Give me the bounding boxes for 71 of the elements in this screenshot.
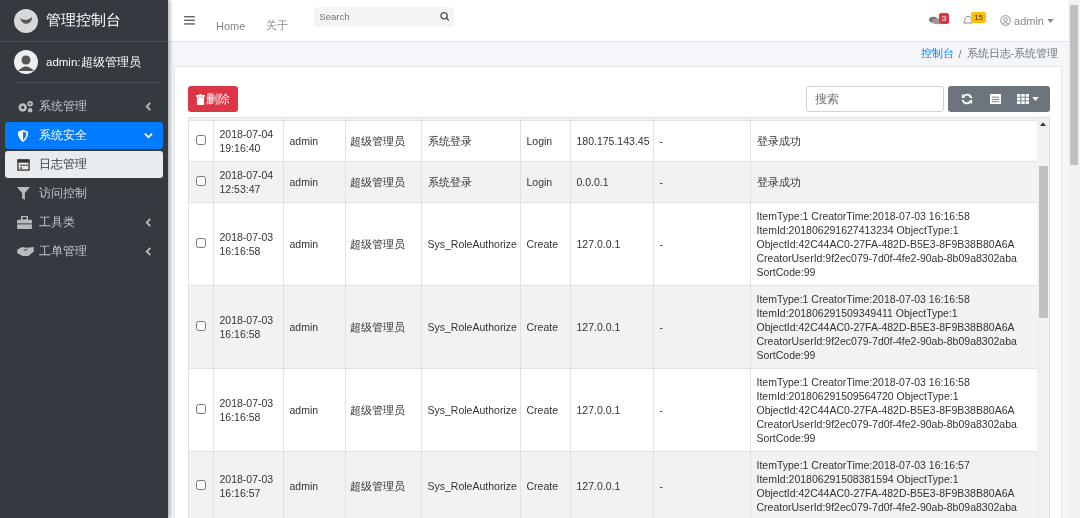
delete-button[interactable]: 删除 — [188, 86, 238, 112]
app-title: 管理控制台 — [46, 11, 121, 30]
row-checkbox[interactable] — [195, 135, 206, 145]
count-badge: 15 — [971, 12, 987, 23]
user-cell: admin — [283, 451, 345, 518]
table-cell: - — [653, 285, 750, 369]
table-cell: - — [653, 451, 750, 518]
ip-cell: 0.0.0.1 — [570, 161, 653, 203]
refresh-icon — [960, 93, 973, 105]
search-input[interactable]: Search — [319, 11, 436, 22]
page-scrollbar[interactable] — [1068, 0, 1080, 518]
toolbox-icon — [17, 216, 32, 229]
row-checkbox[interactable] — [195, 404, 206, 414]
operation-cell: Create — [520, 285, 570, 369]
nav-link[interactable]: 关于 — [266, 8, 289, 33]
sidebar-item[interactable]: 日志管理 — [5, 151, 163, 178]
time-cell: 2018-07-04 12:53:47 — [213, 161, 283, 203]
sidebar-item[interactable]: 工具类 — [5, 209, 163, 236]
gears-icon — [17, 100, 34, 113]
calendar-icon — [17, 158, 30, 171]
nav-link[interactable]: Home — [216, 9, 246, 32]
search-field[interactable]: Search — [314, 6, 455, 27]
caret-icon — [1047, 18, 1054, 23]
breadcrumb-current: 系统日志-系统管理 — [966, 46, 1058, 61]
role-cell: 超级管理员 — [345, 451, 421, 518]
operation-cell: Login — [520, 161, 570, 203]
menu-icon[interactable] — [184, 16, 195, 25]
scrollbar[interactable] — [1037, 118, 1049, 518]
ip-cell: 127.0.0.1 — [570, 451, 653, 518]
operation-cell: Create — [520, 451, 570, 518]
module-cell: Sys_RoleAuthorize — [421, 285, 520, 369]
count-badge: 3 — [938, 13, 950, 24]
row-checkbox[interactable] — [195, 176, 206, 186]
user-cell: admin — [283, 285, 345, 369]
time-cell: 2018-07-03 16:16:58 — [213, 285, 283, 369]
sidebar-item[interactable]: 系统管理 — [5, 93, 163, 120]
comments-icon[interactable] — [928, 16, 941, 25]
logo-icon — [14, 8, 38, 33]
list-icon — [990, 94, 1001, 104]
row-checkbox[interactable] — [195, 238, 206, 248]
module-cell: Sys_RoleAuthorize — [421, 451, 520, 518]
ip-cell: 127.0.0.1 — [570, 285, 653, 369]
role-cell: 超级管理员 — [345, 161, 421, 203]
caret-icon — [1032, 97, 1039, 101]
user-name: admin:超级管理员 — [46, 54, 141, 70]
breadcrumb-link[interactable]: 控制台 — [920, 46, 954, 61]
message-cell: 登录成功 — [750, 161, 1037, 203]
table-cell: - — [653, 161, 750, 203]
scroll-up-icon[interactable] — [1040, 122, 1046, 126]
bell-icon[interactable] — [963, 15, 974, 26]
role-cell: 超级管理员 — [345, 285, 421, 369]
sidebar-item[interactable]: 系统安全 — [5, 122, 163, 149]
search-icon[interactable] — [439, 11, 450, 22]
avatar-icon — [14, 50, 38, 74]
account-menu[interactable]: admin — [1000, 14, 1054, 27]
trash-icon — [196, 93, 205, 105]
shield-icon — [17, 128, 29, 143]
filter-icon — [17, 187, 30, 200]
row-checkbox[interactable] — [195, 321, 206, 331]
sidebar-item[interactable]: 访问控制 — [5, 180, 163, 207]
grid-icon — [1017, 94, 1029, 104]
user-cell: admin — [283, 161, 345, 203]
search-field[interactable]: 搜索 — [806, 86, 944, 112]
user-icon — [1000, 15, 1012, 26]
breadcrumb-separator: / — [958, 47, 962, 60]
message-cell: ItemType:1 CreatorTime:2018-07-03 16:16:57 ItemId:201806291508381594 ObjectType:1 ObjectId:42C44AC0-27FA-482D-B5E3-8F9B38B80A6A CreatorUserId:9f2ec079-7d0f-4fe2-90ab-8b09a8302aba — [750, 451, 1037, 518]
message-cell: ItemType:1 CreatorTime:2018-07-03 16:16:58 ItemId:201806291509349411 ObjectType:1 ObjectId:42C44AC0-27FA-482D-B5E3-8F9B38B80A6A CreatorUserId:9f2ec079-7d0f-4fe2-90ab-8b09a8302aba SortCode:99 — [750, 285, 1037, 369]
row-checkbox[interactable] — [195, 480, 206, 490]
time-cell: 2018-07-03 16:16:57 — [213, 451, 283, 518]
sidebar-item[interactable]: 工单管理 — [5, 238, 163, 265]
module-cell: 系统登录 — [421, 161, 520, 203]
